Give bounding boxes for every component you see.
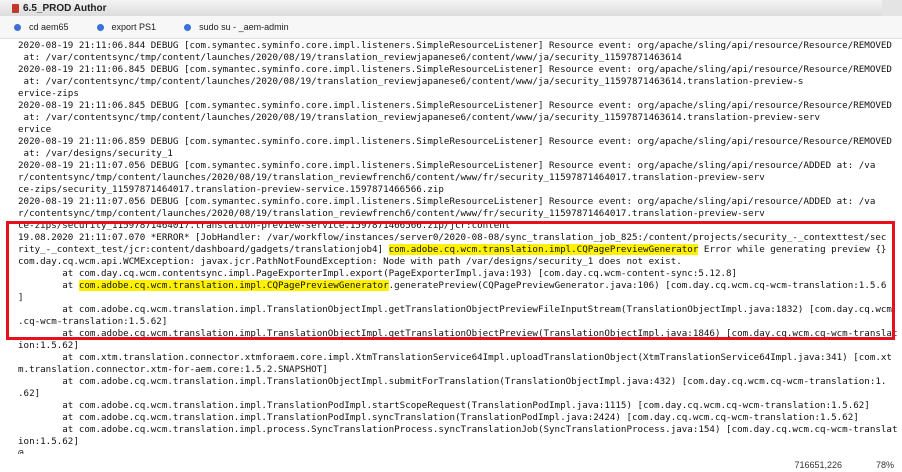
- log-line: at com.adobe.cq.wcm.translation.impl.CQP…: [18, 280, 902, 292]
- log-text: r/contentsync/tmp/content/launches/2020/…: [18, 208, 765, 219]
- log-text: 2020-08-19 21:11:06.845 DEBUG [com.syman…: [18, 100, 892, 111]
- cursor-position: 716651,226: [794, 460, 842, 470]
- button-bullet-icon: [184, 23, 192, 31]
- log-text: 2020-08-19 21:11:06.859 DEBUG [com.syman…: [18, 136, 892, 147]
- log-line: .cq-wcm-translation:1.5.62]: [18, 316, 902, 328]
- log-text: rity_-_context_test/jcr:content/dashboar…: [18, 244, 389, 255]
- log-text: ce-zips/security_11597871464017.translat…: [18, 220, 511, 231]
- log-text: 2020-08-19 21:11:06.845 DEBUG [com.syman…: [18, 64, 892, 75]
- log-text: .62]: [18, 388, 41, 399]
- button-bullet-icon: [96, 23, 104, 31]
- highlighted-class-name: com.adobe.cq.wcm.translation.impl.CQPage…: [78, 280, 389, 291]
- log-line: 2020-08-19 21:11:07.056 DEBUG [com.syman…: [18, 160, 902, 172]
- command-toolbar: cd aem65 export PS1 sudo su - _aem-admin: [0, 16, 902, 39]
- log-text: m.translation.connector.xtm-for-aem.core…: [18, 364, 328, 375]
- log-line: @: [18, 448, 902, 454]
- terminal-icon: [12, 3, 19, 13]
- log-text: Error while generating preview {}: [698, 244, 887, 255]
- log-line: at: /var/contentsync/tmp/content/launche…: [18, 112, 902, 124]
- status-bar: 716651,226 78%: [0, 460, 902, 472]
- button-label: cd aem65: [29, 22, 69, 32]
- log-text: at com.adobe.cq.wcm.translation.impl.Tra…: [18, 304, 892, 315]
- log-text: @: [18, 448, 24, 454]
- log-text: at: /var/contentsync/tmp/content/launche…: [18, 76, 804, 87]
- log-line: at com.adobe.cq.wcm.translation.impl.pro…: [18, 424, 902, 436]
- log-line: ervice: [18, 124, 902, 136]
- scroll-percent: 78%: [875, 460, 894, 470]
- log-line: 2020-08-19 21:11:06.859 DEBUG [com.syman…: [18, 136, 902, 148]
- log-line: com.day.cq.wcm.api.WCMException: javax.j…: [18, 256, 902, 268]
- log-text: at com.adobe.cq.wcm.translation.impl.pro…: [18, 424, 898, 435]
- terminal-output[interactable]: 2020-08-19 21:11:06.844 DEBUG [com.syman…: [18, 40, 902, 454]
- log-line: 19.08.2020 21:11:07.070 *ERROR* [JobHand…: [18, 232, 902, 244]
- log-line: ]: [18, 292, 902, 304]
- window-title-bar: 6.5_PROD Author: [0, 0, 902, 17]
- log-line: at com.day.cq.wcm.contentsync.impl.PageE…: [18, 268, 902, 280]
- log-text: at: /var/designs/security_1: [18, 148, 173, 159]
- button-label: export PS1: [111, 22, 157, 32]
- log-text: at: [18, 280, 79, 291]
- log-line: at com.adobe.cq.wcm.translation.impl.Tra…: [18, 400, 902, 412]
- log-line: 2020-08-19 21:11:06.845 DEBUG [com.syman…: [18, 100, 902, 112]
- log-line: ervice-zips: [18, 88, 902, 100]
- sudo-su-button[interactable]: sudo su - _aem-admin: [184, 22, 289, 32]
- log-text: at com.day.cq.wcm.contentsync.impl.PageE…: [18, 268, 738, 279]
- log-line: ce-zips/security_11597871464017.translat…: [18, 184, 902, 196]
- log-text: at com.xtm.translation.connector.xtmfora…: [18, 352, 892, 363]
- log-text: ce-zips/security_11597871464017.translat…: [18, 184, 444, 195]
- log-line: at: /var/contentsync/tmp/content/launche…: [18, 76, 902, 88]
- log-line: 2020-08-19 21:11:06.845 DEBUG [com.syman…: [18, 64, 902, 76]
- log-text: at com.adobe.cq.wcm.translation.impl.Tra…: [18, 376, 887, 387]
- log-line: ion:1.5.62]: [18, 340, 902, 352]
- log-line: rity_-_context_test/jcr:content/dashboar…: [18, 244, 902, 256]
- terminal-tab[interactable]: 6.5_PROD Author: [12, 0, 107, 16]
- log-text: at com.adobe.cq.wcm.translation.impl.Tra…: [18, 400, 870, 411]
- log-text: r/contentsync/tmp/content/launches/2020/…: [18, 172, 765, 183]
- button-bullet-icon: [14, 23, 21, 31]
- log-line: 2020-08-19 21:11:07.056 DEBUG [com.syman…: [18, 196, 902, 208]
- tab-title: 6.5_PROD Author: [23, 2, 107, 14]
- log-line: m.translation.connector.xtm-for-aem.core…: [18, 364, 902, 376]
- export-ps1-button[interactable]: export PS1: [96, 22, 157, 32]
- log-text: 19.08.2020 21:11:07.070 *ERROR* [JobHand…: [18, 232, 887, 243]
- highlighted-class-name: com.adobe.cq.wcm.translation.impl.CQPage…: [388, 244, 699, 255]
- log-text: ion:1.5.62]: [18, 436, 79, 447]
- log-line: at com.adobe.cq.wcm.translation.impl.Tra…: [18, 412, 902, 424]
- log-line: r/contentsync/tmp/content/launches/2020/…: [18, 172, 902, 184]
- log-line: at com.adobe.cq.wcm.translation.impl.Tra…: [18, 328, 902, 340]
- log-line: at com.xtm.translation.connector.xtmfora…: [18, 352, 902, 364]
- title-bar-end: [882, 0, 902, 16]
- log-line: ion:1.5.62]: [18, 436, 902, 448]
- log-line: at com.adobe.cq.wcm.translation.impl.Tra…: [18, 304, 902, 316]
- log-text: .cq-wcm-translation:1.5.62]: [18, 316, 168, 327]
- log-line: at: /var/contentsync/tmp/content/launche…: [18, 52, 902, 64]
- log-text: .generatePreview(CQPagePreviewGenerator.…: [388, 280, 887, 291]
- log-text: 2020-08-19 21:11:07.056 DEBUG [com.syman…: [18, 196, 876, 207]
- log-text: ervice-zips: [18, 88, 79, 99]
- log-text: ion:1.5.62]: [18, 340, 79, 351]
- log-text: at com.adobe.cq.wcm.translation.impl.Tra…: [18, 328, 898, 339]
- log-text: ]: [18, 292, 24, 303]
- log-text: at com.adobe.cq.wcm.translation.impl.Tra…: [18, 412, 859, 423]
- log-line: .62]: [18, 388, 902, 400]
- log-line: ce-zips/security_11597871464017.translat…: [18, 220, 902, 232]
- log-text: 2020-08-19 21:11:06.844 DEBUG [com.syman…: [18, 40, 892, 51]
- log-text: com.day.cq.wcm.api.WCMException: javax.j…: [18, 256, 682, 267]
- log-text: ervice: [18, 124, 52, 135]
- log-text: 2020-08-19 21:11:07.056 DEBUG [com.syman…: [18, 160, 876, 171]
- log-line: at com.adobe.cq.wcm.translation.impl.Tra…: [18, 376, 902, 388]
- log-line: 2020-08-19 21:11:06.844 DEBUG [com.syman…: [18, 40, 902, 52]
- log-line: at: /var/designs/security_1: [18, 148, 902, 160]
- cd-aem65-button[interactable]: cd aem65: [14, 22, 69, 32]
- log-text: at: /var/contentsync/tmp/content/launche…: [18, 112, 821, 123]
- button-label: sudo su - _aem-admin: [199, 22, 289, 32]
- log-text: at: /var/contentsync/tmp/content/launche…: [18, 52, 682, 63]
- log-line: r/contentsync/tmp/content/launches/2020/…: [18, 208, 902, 220]
